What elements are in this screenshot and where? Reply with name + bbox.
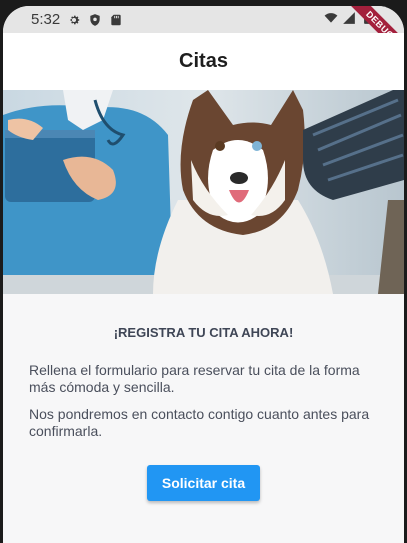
status-time: 5:32 [31, 11, 61, 28]
sd-card-icon [111, 14, 121, 25]
status-bar: 5:32 [3, 6, 404, 33]
vet-and-husky-photo [3, 90, 404, 294]
headline: ¡REGISTRA TU CITA AHORA! [113, 325, 294, 340]
description-paragraph: Rellena el formulario para reservar tu c… [29, 362, 360, 395]
hero-image [3, 90, 404, 294]
wifi-icon [324, 13, 338, 23]
settings-icon [70, 15, 80, 24]
shield-icon [90, 13, 100, 26]
status-left: 5:32 [31, 11, 123, 28]
contact-paragraph: Nos pondremos en contacto contigo cuanto… [29, 406, 370, 439]
signal-icon [343, 12, 355, 24]
phone-screen: 5:32 DEBUG Citas ¡REGISTRA TU CITA AHORA… [3, 6, 404, 543]
app-bar: Citas [3, 33, 404, 90]
page-title: Citas [179, 50, 228, 72]
request-appointment-button[interactable]: Solicitar cita [147, 465, 260, 501]
